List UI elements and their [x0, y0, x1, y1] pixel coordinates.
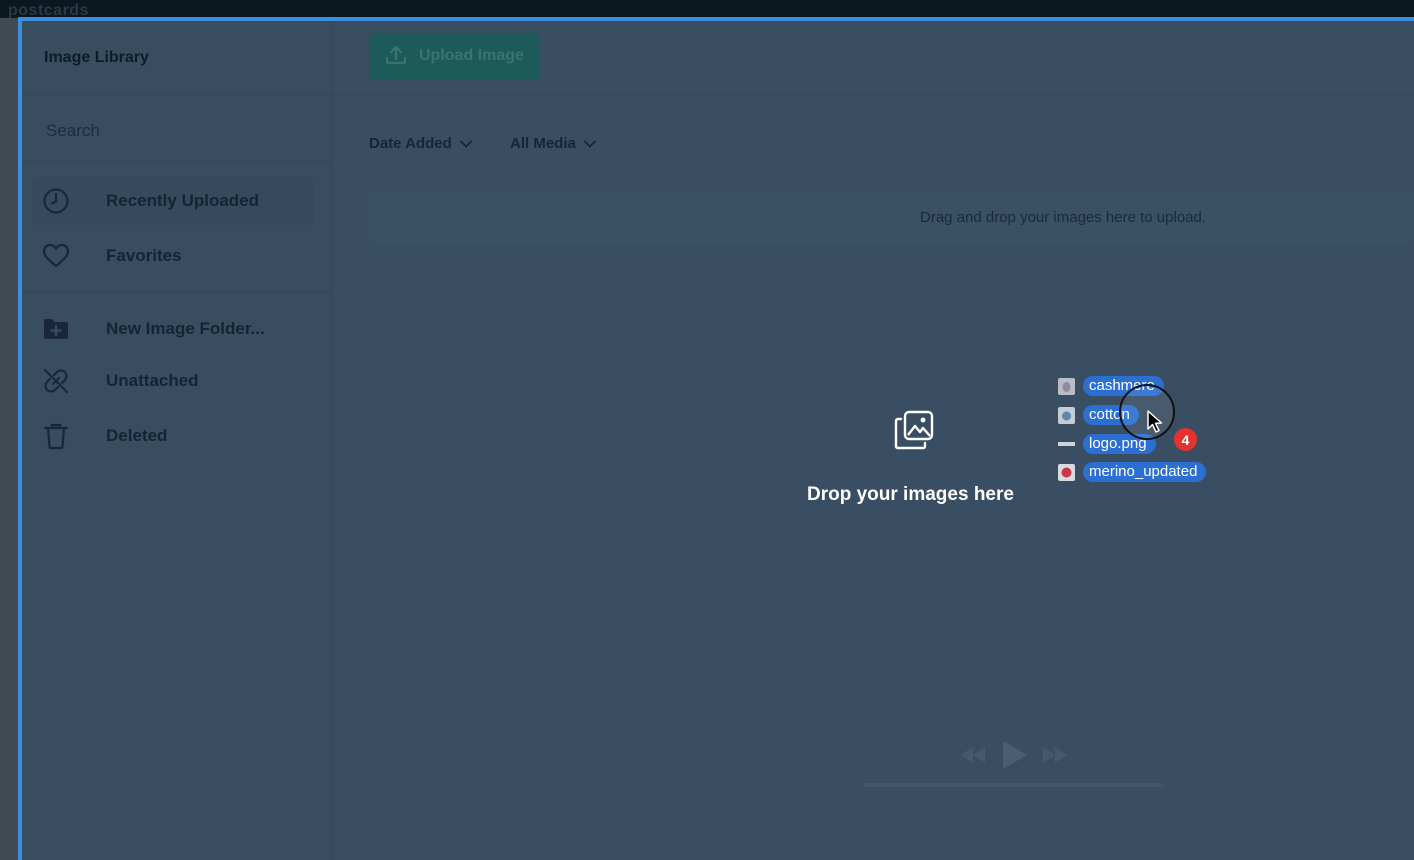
sort-dropdown[interactable]: Date Added: [369, 135, 472, 152]
divider: [22, 161, 332, 162]
sidebar-item-label: Deleted: [106, 426, 168, 445]
file-thumbnail: [1058, 436, 1075, 453]
image-library-modal: Image Library Recently Uploaded Favorite…: [18, 17, 1414, 860]
upload-image-button[interactable]: Upload Image: [369, 33, 540, 79]
cursor-arrow-icon: [1146, 409, 1164, 440]
sidebar-item-new-image-folder[interactable]: New Image Folder...: [32, 305, 314, 353]
file-thumbnail: [1058, 406, 1075, 424]
sidebar-item-label: Recently Uploaded: [106, 191, 260, 210]
divider: [333, 94, 1414, 95]
search-input[interactable]: [44, 117, 308, 145]
modal-title: Image Library: [44, 49, 149, 66]
sidebar: Image Library Recently Uploaded Favorite…: [22, 21, 333, 860]
app-header: postcards: [0, 0, 1414, 19]
drag-drop-hint: Drag and drop your images here to upload…: [920, 209, 1207, 226]
unlink-icon: [32, 357, 80, 405]
upload-button-label: Upload Image: [419, 47, 524, 64]
sort-label: Date Added: [369, 135, 452, 152]
sidebar-item-recently-uploaded[interactable]: Recently Uploaded: [32, 177, 314, 225]
divider: [22, 94, 332, 95]
clock-icon: [32, 177, 80, 225]
folder-plus-icon: [32, 305, 80, 353]
upload-icon: [385, 44, 407, 69]
trash-icon: [32, 412, 80, 460]
sidebar-item-deleted[interactable]: Deleted: [32, 412, 314, 460]
chevron-down-icon: [583, 140, 596, 148]
drag-drop-area[interactable]: Drag and drop your images here to upload…: [369, 193, 1414, 243]
dragged-file-name: merino_updated: [1083, 462, 1207, 482]
media-type-dropdown[interactable]: All Media: [510, 135, 596, 152]
file-thumbnail: [1058, 377, 1075, 395]
sidebar-item-label: New Image Folder...: [106, 319, 265, 338]
drop-zone-text: Drop your images here: [807, 484, 1014, 505]
sidebar-item-unattached[interactable]: Unattached: [32, 357, 314, 405]
sidebar-item-label: Favorites: [106, 246, 182, 265]
dragged-count-badge: 4: [1174, 428, 1197, 451]
images-icon: [893, 409, 935, 456]
heart-icon: [32, 232, 80, 280]
chevron-down-icon: [459, 140, 472, 148]
media-label: All Media: [510, 135, 576, 152]
sidebar-item-favorites[interactable]: Favorites: [32, 232, 314, 280]
file-thumbnail: [1058, 463, 1075, 481]
main-content: Upload Image Date Added All Media Drag a…: [333, 21, 1414, 860]
sidebar-item-label: Unattached: [106, 371, 199, 390]
video-controls-ghost: [833, 711, 1193, 796]
dragged-file: merino_updated: [1058, 462, 1207, 482]
background-app-edge: [0, 18, 20, 860]
divider: [22, 291, 332, 292]
